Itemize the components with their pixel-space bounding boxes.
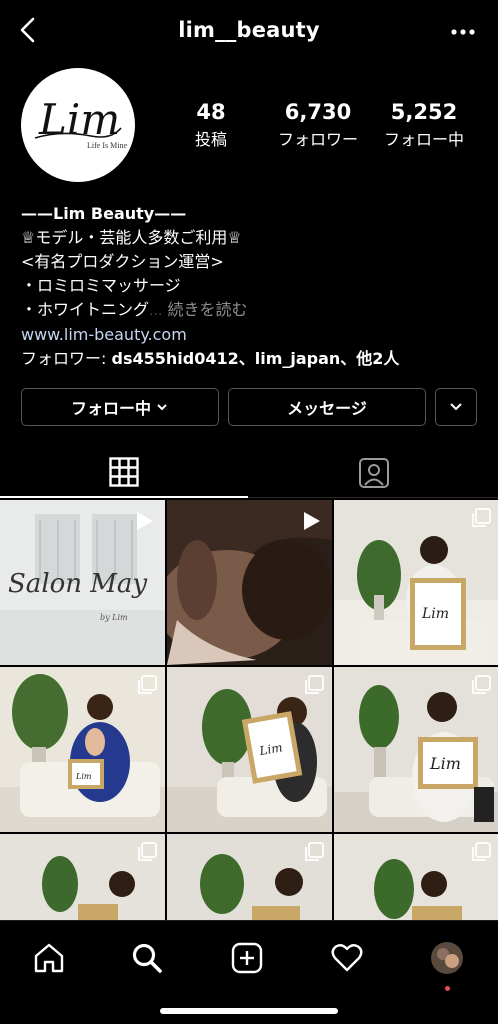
chevron-down-icon [450,403,462,411]
following-button[interactable]: フォロー中 [21,388,219,426]
carousel-icon [138,842,157,861]
grid-icon [109,457,139,487]
message-button[interactable]: メッセージ [228,388,426,426]
tab-posts-grid[interactable] [0,448,248,498]
followed-by-prefix: フォロワー: [21,349,112,368]
posts-stat: 48 投稿 [185,100,237,150]
notification-dot [445,986,450,991]
video-icon [304,512,320,530]
followed-by[interactable]: フォロワー: ds455hid0412、lim_japan、他2人 [21,347,491,371]
frame-text: Lim [429,754,461,773]
post-thumbnail[interactable] [167,500,332,665]
posts-count: 48 [196,100,226,124]
post-thumbnail[interactable]: Salon May by Lim [0,500,165,665]
followers-stat[interactable]: 6,730 フォロワー [268,100,368,150]
followers-count: 6,730 [284,100,352,124]
nav-home[interactable] [24,933,74,983]
carousel-icon [138,675,157,694]
carousel-icon [472,508,491,527]
carousel-icon [472,842,491,861]
website-link[interactable]: www.lim-beauty.com [21,323,491,347]
post-thumbnail[interactable] [167,834,332,920]
chevron-down-icon [157,404,167,411]
following-button-label: フォロー中 [70,399,151,418]
frame-text: Lim [75,772,92,781]
suggested-accounts-button[interactable] [435,388,477,426]
frame-text: Lim [421,606,449,622]
read-more-link[interactable]: 続きを読む [167,300,247,319]
post-caption: Salon May [8,569,147,599]
bio-name: ——Lim Beauty—— [21,204,187,223]
tagged-person-icon [358,458,389,488]
followers-label: フォロワー [277,130,358,149]
followed-by-names: ds455hid0412、lim_japan [111,349,341,368]
posts-grid: Salon May by Lim Lim Lim Lim Lim [0,500,498,920]
profile-avatar[interactable]: Lim Life Is Mine [21,68,135,182]
top-bar: lim__beauty [0,0,498,64]
tab-tagged[interactable] [249,448,498,498]
more-options-icon[interactable] [448,22,478,42]
post-thumbnail[interactable]: Lim [167,667,332,832]
bio-ellipsis: ... [149,303,163,319]
bio-line: ♕モデル・芸能人多数ご利用♕ [21,228,242,247]
followed-by-suffix: 、他2人 [340,349,400,368]
post-thumbnail[interactable]: Lim [334,667,498,832]
message-button-label: メッセージ [287,399,367,418]
new-post-icon [231,942,263,974]
post-caption-sub: by Lim [100,613,128,622]
post-thumbnail[interactable]: Lim [0,667,165,832]
bottom-nav-bar [0,920,498,1024]
search-icon [132,943,162,973]
video-icon [137,512,153,530]
nav-activity[interactable] [322,933,372,983]
post-thumbnail[interactable]: Lim [334,500,498,665]
profile-avatar [431,942,463,974]
bio-line-truncated: ・ホワイトニング... 続きを読む [21,298,491,323]
post-thumbnail[interactable] [334,834,498,920]
following-count: 5,252 [390,100,458,124]
home-indicator [160,1008,338,1014]
following-stat[interactable]: 5,252 フォロー中 [378,100,470,150]
nav-new-post[interactable] [222,933,272,983]
home-icon [34,943,64,973]
profile-bio: ——Lim Beauty—— ♕モデル・芸能人多数ご利用♕ <有名プロダクション… [21,202,491,371]
bio-line: <有名プロダクション運営> [21,252,224,271]
following-label: フォロー中 [383,130,464,149]
bio-line: ・ホワイトニング [21,300,150,319]
nav-search[interactable] [122,933,172,983]
profile-tabs [0,448,498,498]
carousel-icon [305,675,324,694]
heart-icon [331,944,363,972]
carousel-icon [305,842,324,861]
bio-line: ・ロミロミマッサージ [21,276,181,295]
nav-profile[interactable] [422,933,472,983]
profile-username: lim__beauty [178,18,320,42]
posts-label: 投稿 [194,130,227,149]
avatar-tagline: Life Is Mine [87,141,127,150]
post-thumbnail[interactable] [0,834,165,920]
carousel-icon [472,675,491,694]
